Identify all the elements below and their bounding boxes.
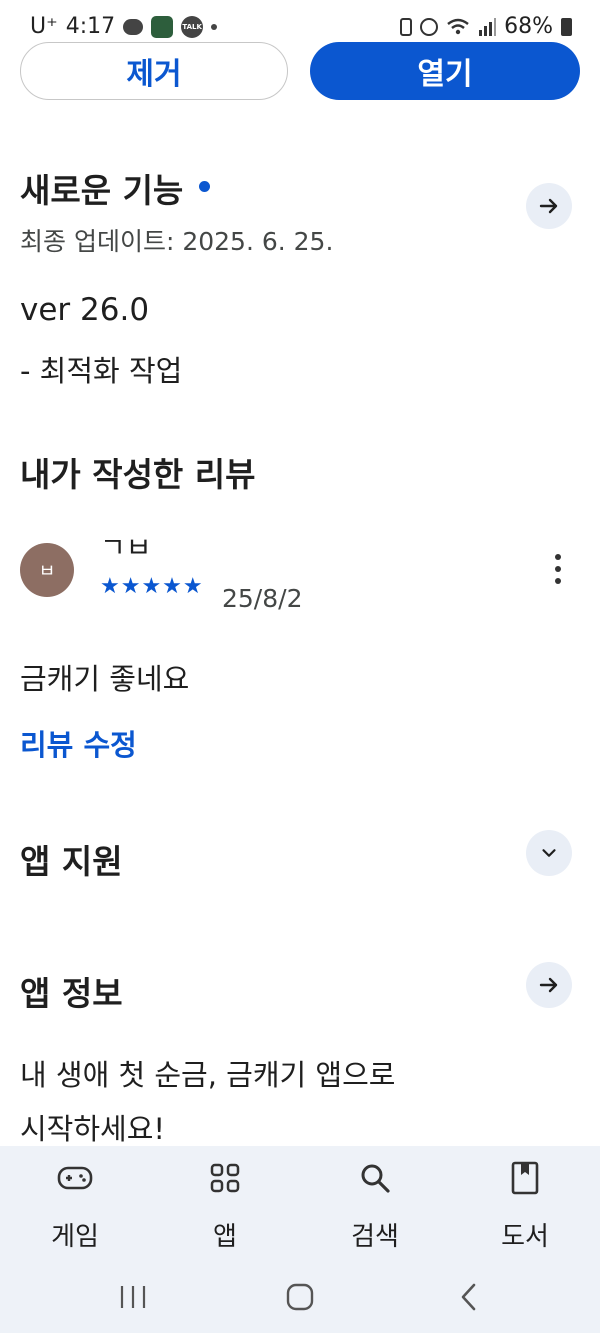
- alarm-icon: [420, 17, 439, 36]
- app-description-line-2: 시작하세요!: [20, 1112, 166, 1146]
- nav-label-games: 게임: [51, 1222, 99, 1252]
- chevron-down-icon: [542, 849, 556, 857]
- nav-item-books[interactable]: 도서: [465, 1158, 585, 1253]
- gamepad-icon: [57, 1166, 93, 1190]
- uninstall-button[interactable]: 제거: [20, 42, 288, 100]
- version-text: ver 26.0: [20, 292, 150, 328]
- system-navigation-bar: [0, 1276, 600, 1316]
- uninstall-button-label: 제거: [126, 57, 182, 92]
- arrow-right-icon: [539, 198, 558, 214]
- app-support-expand-button[interactable]: [526, 830, 572, 876]
- edit-review-link[interactable]: 리뷰 수정: [20, 722, 137, 764]
- battery-percent: 68%: [504, 14, 553, 39]
- kakaotalk-icon: TALK: [181, 15, 204, 38]
- nav-label-books: 도서: [501, 1222, 549, 1252]
- star-rating: ★★★★★: [100, 574, 204, 599]
- apps-grid-icon: [210, 1163, 240, 1193]
- arrow-right-icon: [539, 977, 558, 993]
- wifi-icon: [447, 18, 469, 34]
- open-button[interactable]: 열기: [310, 42, 580, 100]
- nav-label-apps: 앱: [213, 1222, 237, 1252]
- new-indicator-dot: [199, 181, 211, 192]
- review-text: 금캐기 좋네요: [20, 662, 190, 696]
- nav-item-apps[interactable]: 앱: [165, 1158, 285, 1253]
- recent-apps-icon[interactable]: [118, 1284, 148, 1310]
- more-notifications-icon: [211, 23, 218, 30]
- back-icon[interactable]: [458, 1282, 480, 1312]
- avatar-initial: ㅂ: [38, 561, 56, 582]
- nav-label-search: 검색: [351, 1222, 399, 1252]
- app-support-heading[interactable]: 앱 지원: [20, 835, 123, 883]
- whats-new-title: 새로운 기능: [20, 171, 184, 210]
- app-description-line-1: 내 생애 첫 순금, 금캐기 앱으로: [20, 1058, 396, 1092]
- last-updated-text: 최종 업데이트: 2025. 6. 25.: [20, 227, 334, 256]
- search-icon: [361, 1164, 390, 1193]
- bottom-navigation: 게임 앱 검색 도서: [0, 1146, 600, 1333]
- avatar: ㅂ: [20, 543, 74, 597]
- nav-item-games[interactable]: 게임: [15, 1158, 135, 1253]
- reviewer-name: ㄱㅂ: [100, 531, 152, 554]
- my-review-heading: 내가 작성한 리뷰: [20, 455, 256, 494]
- whats-new-arrow-button[interactable]: [526, 183, 572, 229]
- app-info-heading[interactable]: 앱 정보: [20, 967, 123, 1015]
- whats-new-heading[interactable]: 새로운 기능: [20, 164, 211, 212]
- home-icon[interactable]: [285, 1282, 315, 1312]
- battery-icon: [561, 17, 572, 36]
- clock: 4:17: [65, 14, 116, 39]
- app-notification-icon: [151, 15, 174, 38]
- book-icon: [511, 1161, 539, 1195]
- carrier-label: U⁺: [30, 14, 58, 39]
- app-info-arrow-button[interactable]: [526, 962, 572, 1008]
- battery-saver-icon: [400, 17, 413, 36]
- signal-icon: [479, 17, 497, 36]
- open-button-label: 열기: [417, 57, 473, 92]
- review-date: 25/8/2: [222, 584, 303, 613]
- more-options-icon[interactable]: [548, 554, 568, 588]
- nav-item-search[interactable]: 검색: [315, 1158, 435, 1253]
- wechat-icon: [123, 18, 144, 35]
- release-notes-text: - 최적화 작업: [20, 354, 183, 388]
